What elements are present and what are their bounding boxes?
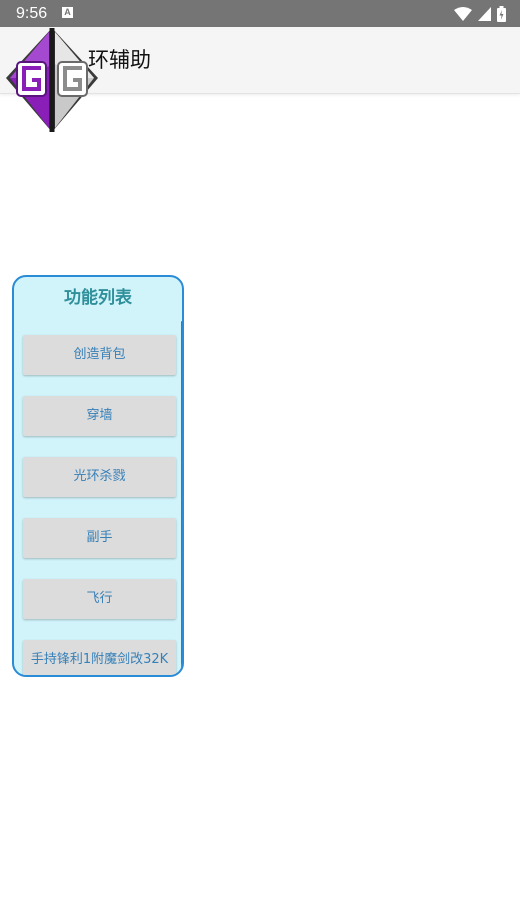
panel-scrollbar[interactable] xyxy=(181,321,182,675)
sharpness-sword-button[interactable]: 手持锋利1附魔剑改32K xyxy=(23,640,176,675)
status-bar: 9:56 A xyxy=(0,0,520,27)
gameguardian-logo-icon[interactable] xyxy=(4,26,100,134)
status-time: 9:56 xyxy=(16,5,48,22)
panel-title: 功能列表 xyxy=(64,288,132,308)
create-backpack-button[interactable]: 创造背包 xyxy=(23,335,176,375)
function-list-panel: 功能列表 创造背包 穿墙 光环杀戮 副手 飞行 手持锋利1附魔剑改32K xyxy=(12,275,184,677)
status-icons xyxy=(454,5,506,23)
function-button-list: 创造背包 穿墙 光环杀戮 副手 飞行 手持锋利1附魔剑改32K xyxy=(23,335,176,675)
aura-kill-button[interactable]: 光环杀戮 xyxy=(23,457,176,497)
wall-pass-button[interactable]: 穿墙 xyxy=(23,396,176,436)
wifi-icon xyxy=(454,7,472,21)
fly-button[interactable]: 飞行 xyxy=(23,579,176,619)
notification-a-icon: A xyxy=(62,7,73,18)
signal-icon xyxy=(478,7,491,21)
offhand-button[interactable]: 副手 xyxy=(23,518,176,558)
battery-icon xyxy=(497,6,506,22)
